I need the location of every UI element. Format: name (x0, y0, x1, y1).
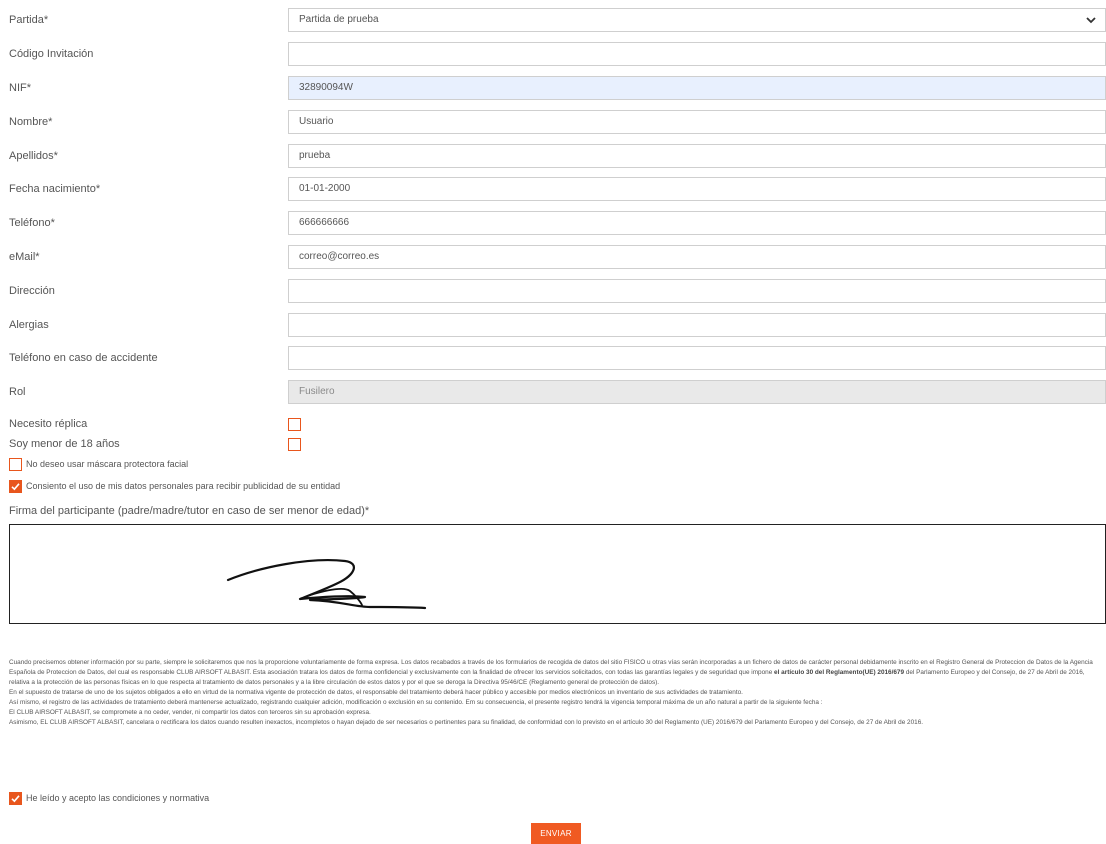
email-input[interactable]: correo@correo.es (288, 245, 1106, 269)
rol-input: Fusilero (288, 380, 1106, 404)
field-label-alergias: Alergias (9, 319, 49, 331)
field-row-nif: NIF* 32890094W (9, 76, 1106, 100)
apellidos-input[interactable]: prueba (288, 144, 1106, 168)
consiento-publicidad-label: Consiento el uso de mis datos personales… (26, 481, 341, 491)
field-row-rol: Rol Fusilero (9, 380, 1106, 404)
chevron-down-icon (1086, 17, 1096, 24)
telefono-input[interactable]: 666666666 (288, 211, 1106, 235)
legal-notice: Cuando precisemos obtener información po… (9, 658, 1102, 728)
nombre-input[interactable]: Usuario (288, 110, 1106, 134)
legal-paragraph-3: Así mismo, el registro de las actividade… (9, 699, 823, 706)
field-label-nombre: Nombre* (9, 116, 53, 128)
field-label-direccion: Dirección (9, 285, 55, 297)
nif-input[interactable]: 32890094W (288, 76, 1106, 100)
codigo-invitacion-input[interactable] (288, 42, 1106, 66)
menor-edad-checkbox[interactable] (288, 438, 301, 451)
legal-paragraph-2: En el supuesto de tratarse de uno de los… (9, 689, 743, 696)
necesito-replica-checkbox[interactable] (288, 418, 301, 431)
signature-pad[interactable] (9, 524, 1106, 624)
partida-select-value: Partida de prueba (299, 14, 379, 25)
rol-value: Fusilero (299, 386, 335, 397)
field-label-partida: Partida* (9, 14, 49, 26)
field-label-telefono: Teléfono* (9, 217, 55, 229)
apellidos-value: prueba (299, 150, 331, 161)
checkmark-icon (11, 483, 20, 491)
legal-paragraph-1: Cuando precisemos obtener información po… (9, 659, 1093, 686)
legal-paragraph-4: El CLUB AIRSOFT ALBASIT, se compromete a… (9, 709, 371, 716)
legal-paragraph-5: Asimismo, EL CLUB AIRSOFT ALBASIT, cance… (9, 719, 924, 726)
fecha-nacimiento-input[interactable]: 01-01-2000 (288, 177, 1106, 201)
consiento-publicidad-checkbox[interactable] (9, 480, 22, 493)
direccion-input[interactable] (288, 279, 1106, 303)
field-label-telefono-accidente: Teléfono en caso de accidente (9, 352, 158, 364)
enviar-button[interactable]: ENVIAR (531, 823, 581, 844)
necesito-replica-label: Necesito réplica (9, 418, 88, 430)
field-row-alergias: Alergias (9, 313, 1106, 337)
field-label-codigo-invitacion: Código Invitación (9, 48, 94, 60)
no-mascara-label: No deseo usar máscara protectora facial (26, 459, 189, 469)
field-row-partida: Partida* Partida de prueba (9, 8, 1106, 32)
field-row-apellidos: Apellidos* prueba (9, 144, 1106, 168)
nombre-value: Usuario (299, 116, 334, 127)
field-label-rol: Rol (9, 386, 26, 398)
signature-label: Firma del participante (padre/madre/tuto… (9, 505, 370, 517)
alergias-input[interactable] (288, 313, 1106, 337)
partida-select[interactable]: Partida de prueba (288, 8, 1106, 32)
checkmark-icon (11, 795, 20, 803)
field-row-codigo-invitacion: Código Invitación (9, 42, 1106, 66)
field-label-nif: NIF* (9, 82, 31, 94)
field-row-direccion: Dirección (9, 279, 1106, 303)
field-row-telefono: Teléfono* 666666666 (9, 211, 1106, 235)
no-mascara-checkbox[interactable] (9, 458, 22, 471)
signature-drawing (226, 559, 427, 610)
accept-conditions-label: He leído y acepto las condiciones y norm… (26, 793, 210, 803)
field-row-telefono-accidente: Teléfono en caso de accidente (9, 346, 1106, 370)
telefono-value: 666666666 (299, 217, 350, 228)
menor-edad-label: Soy menor de 18 años (9, 438, 120, 450)
necesito-replica-row: Necesito réplica (9, 416, 309, 432)
telefono-accidente-input[interactable] (288, 346, 1106, 370)
field-label-apellidos: Apellidos* (9, 150, 58, 162)
email-value: correo@correo.es (299, 251, 380, 262)
fecha-nacimiento-value: 01-01-2000 (299, 183, 351, 194)
accept-conditions-checkbox[interactable] (9, 792, 22, 805)
field-row-nombre: Nombre* Usuario (9, 110, 1106, 134)
field-label-email: eMail* (9, 251, 40, 263)
field-label-fecha-nacimiento: Fecha nacimiento* (9, 183, 101, 195)
field-row-email: eMail* correo@correo.es (9, 245, 1106, 269)
menor-edad-row: Soy menor de 18 años (9, 436, 309, 452)
nif-value: 32890094W (299, 82, 353, 93)
field-row-fecha-nacimiento: Fecha nacimiento* 01-01-2000 (9, 177, 1106, 201)
